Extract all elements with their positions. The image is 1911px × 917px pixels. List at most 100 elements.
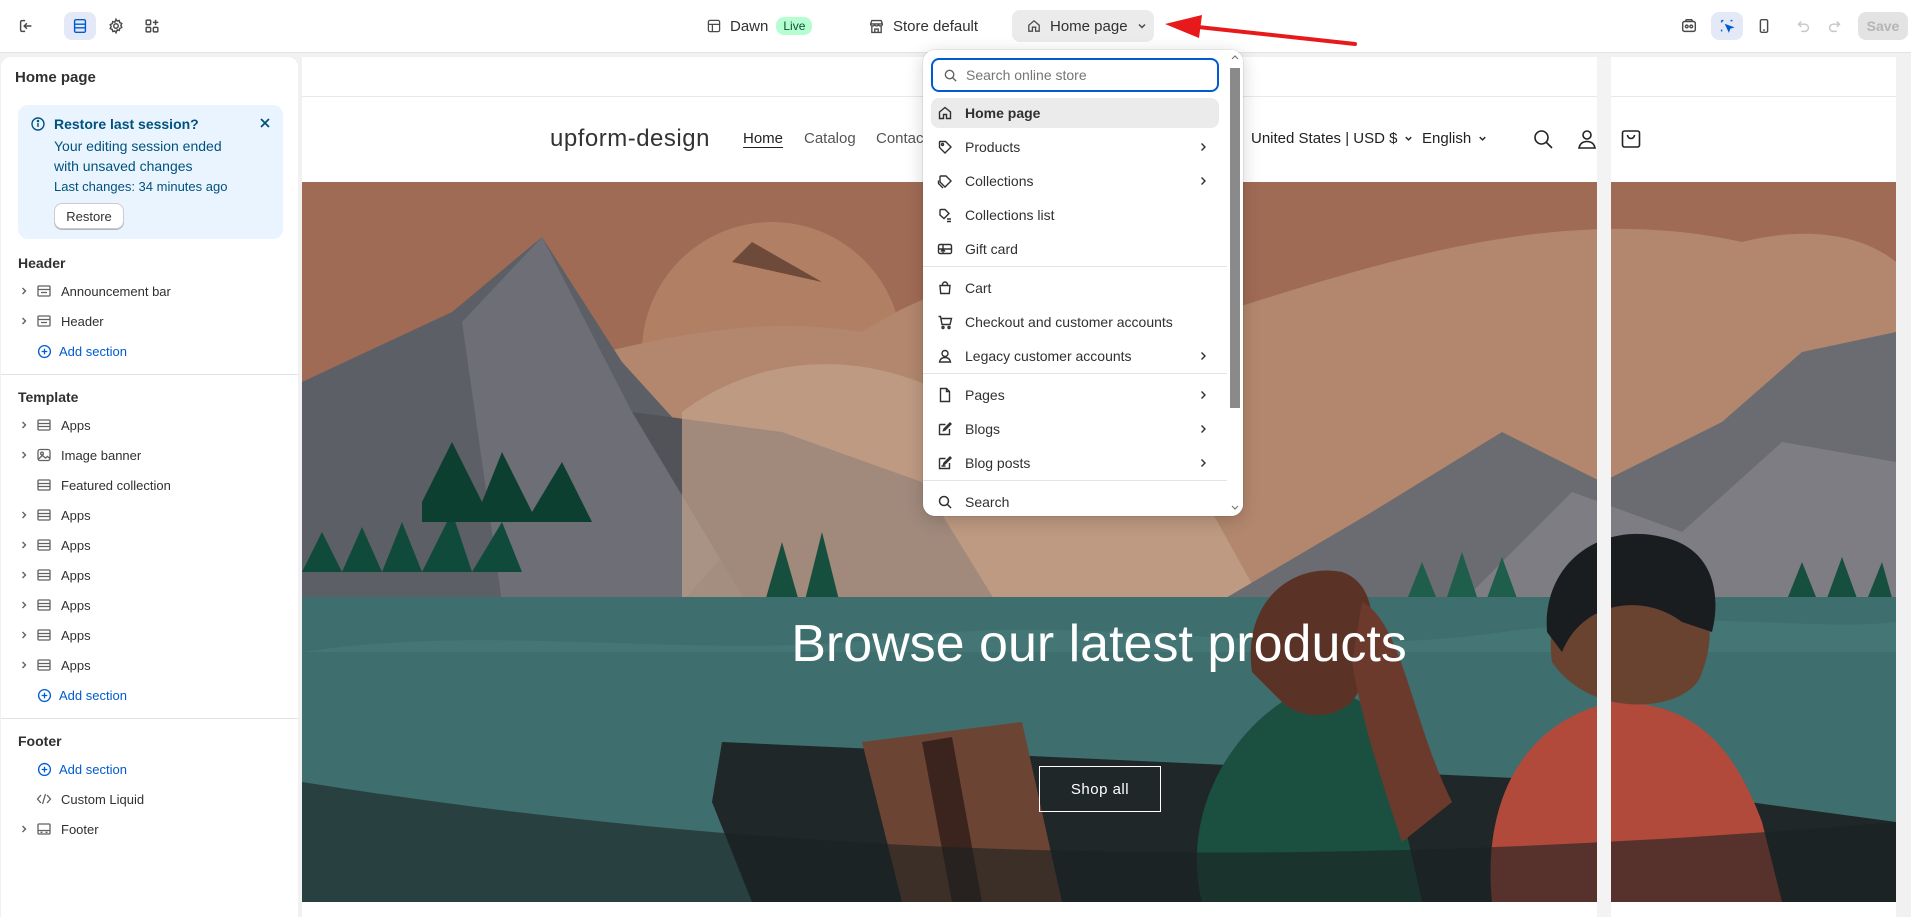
collections-list-icon [939,208,951,223]
gift-card-icon [937,243,953,255]
chevron-right-icon[interactable] [18,629,30,641]
search-icon [938,495,952,509]
dropdown-item-search[interactable]: Search [931,487,1219,516]
section-image-banner[interactable]: Image banner [18,443,141,467]
gear-icon[interactable] [100,12,132,40]
chevron-right-icon [1201,391,1206,399]
scroll-down-icon[interactable] [1230,504,1240,512]
search-icon[interactable] [1531,127,1555,151]
dropdown-item-home-page[interactable]: Home page [931,98,1219,128]
dropdown-item-cart[interactable]: Cart [931,273,1219,303]
dropdown-item-collections-list[interactable]: Collections list [931,200,1219,230]
section-icon [37,479,51,491]
chevron-right-icon[interactable] [18,599,30,611]
language-selector[interactable]: English [1422,130,1488,147]
account-icon[interactable] [1575,127,1599,151]
section-custom-liquid[interactable]: Custom Liquid [18,787,144,811]
add-section-template[interactable]: Add section [37,683,127,707]
dropdown-item-legacy-accounts[interactable]: Legacy customer accounts [931,341,1219,371]
chevron-right-icon[interactable] [18,285,30,297]
dropdown-item-pages[interactable]: Pages [931,380,1219,410]
section-apps[interactable]: Apps [18,413,91,437]
shop-all-button[interactable]: Shop all [1039,766,1161,812]
inspector-icon[interactable] [1673,12,1705,40]
close-icon[interactable] [256,114,274,132]
restore-button[interactable]: Restore [54,203,124,229]
scrollbar-thumb[interactable] [1230,68,1240,408]
select-cursor-icon[interactable] [1711,12,1743,40]
chevron-right-icon[interactable] [18,419,30,431]
group-title-header: Header [18,255,66,271]
section-label: Apps [61,537,91,553]
dropdown-item-checkout[interactable]: Checkout and customer accounts [931,307,1219,337]
item-label: Gift card [965,241,1018,257]
page-selector[interactable]: Home page [1012,10,1154,42]
section-footer[interactable]: Footer [18,817,99,841]
chevron-right-icon[interactable] [18,659,30,671]
dropdown-scrollbar[interactable] [1227,50,1243,516]
item-label: Collections [965,173,1034,189]
section-icon [37,285,51,297]
search-input[interactable] [966,67,1206,83]
dropdown-item-products[interactable]: Products [931,132,1219,162]
section-featured-collection[interactable]: Featured collection [18,473,171,497]
mobile-icon[interactable] [1748,12,1780,40]
add-section-header[interactable]: Add section [37,339,127,363]
footer-icon [37,823,51,835]
section-apps[interactable]: Apps [18,593,91,617]
chevron-right-icon[interactable] [18,823,30,835]
chevron-right-icon[interactable] [18,315,30,327]
section-apps[interactable]: Apps [18,623,91,647]
dropdown-item-blog-posts[interactable]: Blog posts [931,448,1219,478]
exit-icon[interactable] [10,12,42,40]
theme-selector[interactable]: Dawn Live [706,14,813,38]
page-selector-label: Home page [1050,17,1128,35]
add-section-footer[interactable]: Add section [37,757,127,781]
nav-link-catalog[interactable]: Catalog [804,130,856,147]
chevron-right-icon[interactable] [18,569,30,581]
section-label: Announcement bar [61,283,171,299]
section-apps[interactable]: Apps [18,533,91,557]
divider [1,718,298,719]
nav-link-contact[interactable]: Contact [876,130,928,147]
sidebar-title: Home page [15,69,96,86]
undo-icon[interactable] [1787,12,1819,40]
code-icon [36,793,52,805]
restore-last-changes: Last changes: 34 minutes ago [54,179,228,194]
search-field[interactable] [931,58,1219,92]
dropdown-item-blogs[interactable]: Blogs [931,414,1219,444]
scroll-up-icon[interactable] [1230,53,1240,61]
cart-icon[interactable] [1619,127,1643,151]
dropdown-item-gift-card[interactable]: Gift card [931,234,1219,264]
section-icon [37,599,51,611]
store-selector[interactable]: Store default [868,14,978,38]
section-apps[interactable]: Apps [18,653,91,677]
chevron-right-icon[interactable] [18,539,30,551]
chevron-right-icon [1201,425,1206,433]
section-header[interactable]: Header [18,309,104,333]
country-selector[interactable]: United States | USD $ [1251,130,1414,147]
chevron-right-icon[interactable] [18,449,30,461]
section-announcement-bar[interactable]: Announcement bar [18,279,171,303]
add-section-label: Add section [59,687,127,703]
bag-icon [939,281,951,295]
country-label: United States | USD $ [1251,130,1398,147]
item-label: Blog posts [965,455,1031,471]
plus-circle-icon [37,344,52,358]
redo-icon[interactable] [1819,12,1851,40]
group-title-footer: Footer [18,733,62,749]
section-apps[interactable]: Apps [18,563,91,587]
collection-icon [937,175,952,189]
chevron-right-icon[interactable] [18,509,30,521]
sections-icon[interactable] [64,12,96,40]
top-bar: Dawn Live Store default Home page Save [0,0,1911,53]
nav-link-home[interactable]: Home [743,130,783,147]
item-label: Products [965,139,1021,155]
dropdown-item-collections[interactable]: Collections [931,166,1219,196]
save-button[interactable]: Save [1858,12,1908,40]
store-logo[interactable]: upform-design [550,125,710,153]
preview-scrollbar[interactable] [1597,57,1611,917]
section-apps[interactable]: Apps [18,503,91,527]
home-icon [1028,19,1040,32]
apps-icon[interactable] [136,12,168,40]
